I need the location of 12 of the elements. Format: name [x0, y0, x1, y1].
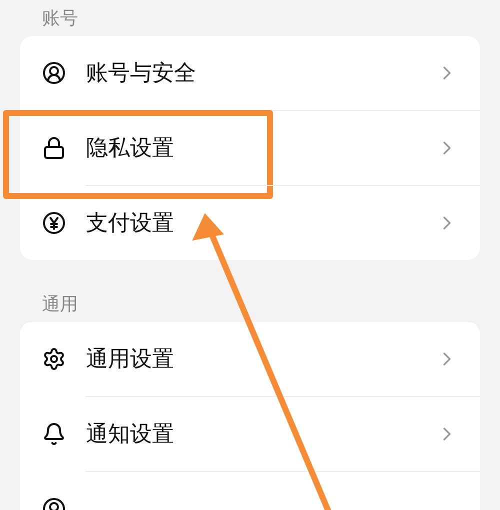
- section-title: 账号: [42, 6, 78, 30]
- bell-icon: [42, 422, 66, 446]
- settings-row[interactable]: 账号与安全: [20, 36, 480, 110]
- settings-icon: [42, 347, 66, 371]
- yen-icon: [42, 211, 66, 235]
- section-title: 通用: [42, 292, 78, 316]
- user-icon: [42, 61, 66, 85]
- settings-row[interactable]: 通用设置: [20, 322, 480, 396]
- settings-row[interactable]: 隐私设置: [20, 111, 480, 185]
- settings-row[interactable]: 通知设置: [20, 397, 480, 471]
- settings-row[interactable]: 支付设置: [20, 186, 480, 260]
- lock-icon: [42, 136, 66, 160]
